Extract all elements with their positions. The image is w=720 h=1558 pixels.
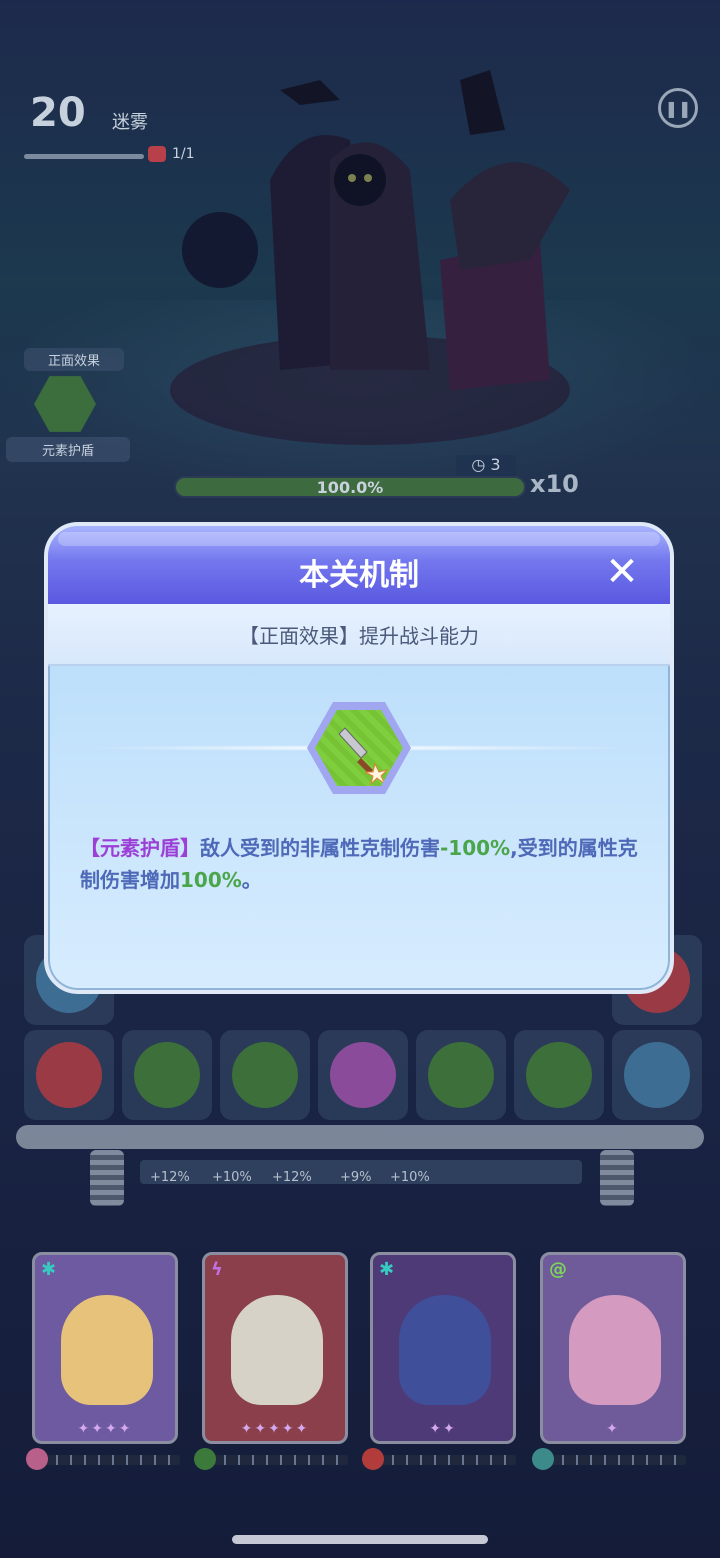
spring-right <box>600 1150 634 1206</box>
description-text: 。 <box>241 868 262 892</box>
monster-icon <box>148 146 166 162</box>
lightning-icon: ϟ <box>211 1259 223 1280</box>
wave-count: 1/1 <box>172 146 195 162</box>
hero-card-4[interactable]: @ ✦ <box>540 1252 686 1444</box>
buff-value: +10% <box>390 1170 430 1185</box>
boss-hp-bar: 100.0% <box>174 476 526 498</box>
hero-portrait <box>399 1295 491 1405</box>
hero-energy-bar <box>194 1448 348 1470</box>
mechanic-name: 【元素护盾】 <box>80 836 200 860</box>
damage-reduction-value: -100% <box>440 836 511 860</box>
hero-card-1[interactable]: ✱ ✦✦✦✦ <box>32 1252 178 1444</box>
hero-energy-bar <box>26 1448 180 1470</box>
close-button[interactable]: ✕ <box>602 552 642 592</box>
spiral-icon: @ <box>549 1259 567 1280</box>
wave-counter: 1/1 <box>148 146 195 162</box>
board-cell[interactable] <box>318 1030 408 1120</box>
green-bull-tile <box>526 1042 592 1108</box>
dialog-subtitle: 【正面效果】提升战斗能力 <box>239 624 479 648</box>
hero-card-3[interactable]: ✱ ✦✦ <box>370 1252 516 1444</box>
board-cell[interactable] <box>220 1030 310 1120</box>
level-mechanic-dialog: 本关机制 ✕ 【正面效果】提升战斗能力 【元素护盾】敌人受到的非属性克制伤害-1… <box>44 522 674 994</box>
hero-mini-icon <box>532 1448 554 1470</box>
home-indicator[interactable] <box>232 1535 488 1544</box>
level-name: 迷雾 <box>112 112 148 133</box>
hero-card-2[interactable]: ϟ ✦✦✦✦✦ <box>202 1252 348 1444</box>
level-progress-bar <box>24 154 144 159</box>
hero-portrait <box>61 1295 153 1405</box>
dialog-header: 本关机制 ✕ <box>48 526 670 604</box>
hero-mini-icon <box>26 1448 48 1470</box>
pause-icon: ❚❚ <box>664 98 692 118</box>
effect-panel[interactable]: 正面效果 元素护盾 <box>6 345 132 462</box>
buff-value: +10% <box>212 1170 252 1185</box>
purple-girl-tile <box>330 1042 396 1108</box>
hero-stars: ✦ <box>606 1421 620 1437</box>
dialog-subheader: 【正面效果】提升战斗能力 <box>48 604 670 666</box>
buff-value: +12% <box>150 1170 190 1185</box>
effect-panel-title: 正面效果 <box>24 348 124 371</box>
hero-mini-icon <box>194 1448 216 1470</box>
description-text: 敌人受到的非属性克制伤害 <box>200 836 440 860</box>
snowflake-icon: ✱ <box>379 1259 395 1280</box>
snowflake-icon: ✱ <box>41 1259 57 1280</box>
damage-increase-value: 100% <box>180 868 242 892</box>
level-number: 20 <box>30 90 86 136</box>
board-cell[interactable] <box>612 1030 702 1120</box>
element-shield-icon <box>34 376 96 432</box>
effect-panel-label: 元素护盾 <box>6 437 130 462</box>
hero-portrait <box>569 1295 661 1405</box>
hero-energy-bar <box>362 1448 516 1470</box>
board-cell[interactable] <box>416 1030 506 1120</box>
blue-octopus-tile <box>624 1042 690 1108</box>
boss-timer: ◷ 3 <box>456 455 516 477</box>
mechanic-description: 【元素护盾】敌人受到的非属性克制伤害-100%,受到的属性克制伤害增加100%。 <box>80 832 640 896</box>
green-bull-tile <box>232 1042 298 1108</box>
board-track <box>16 1125 704 1149</box>
timer-value: 3 <box>490 455 501 474</box>
board-cell[interactable] <box>24 1030 114 1120</box>
buff-value: +12% <box>272 1170 312 1185</box>
close-icon: ✕ <box>605 549 639 595</box>
board-cell[interactable] <box>514 1030 604 1120</box>
green-bull-tile <box>428 1042 494 1108</box>
hero-stars: ✦✦✦✦ <box>77 1421 133 1437</box>
green-bull-tile <box>134 1042 200 1108</box>
pause-button[interactable]: ❚❚ <box>658 88 698 128</box>
buff-bar: +12% +10% +12% +9% +10% <box>140 1160 582 1185</box>
hero-stars: ✦✦ <box>429 1421 457 1437</box>
board-cell[interactable] <box>122 1030 212 1120</box>
hero-stars: ✦✦✦✦✦ <box>240 1421 310 1437</box>
hero-energy-bar <box>532 1448 686 1470</box>
boss-hp-text: 100.0% <box>316 478 384 497</box>
hp-multiplier: x10 <box>530 470 579 498</box>
hero-portrait <box>231 1295 323 1405</box>
hero-mini-icon <box>362 1448 384 1470</box>
red-knight-tile <box>36 1042 102 1108</box>
spring-left <box>90 1150 124 1206</box>
dialog-title: 本关机制 <box>299 558 419 593</box>
buff-value: +9% <box>340 1170 372 1185</box>
